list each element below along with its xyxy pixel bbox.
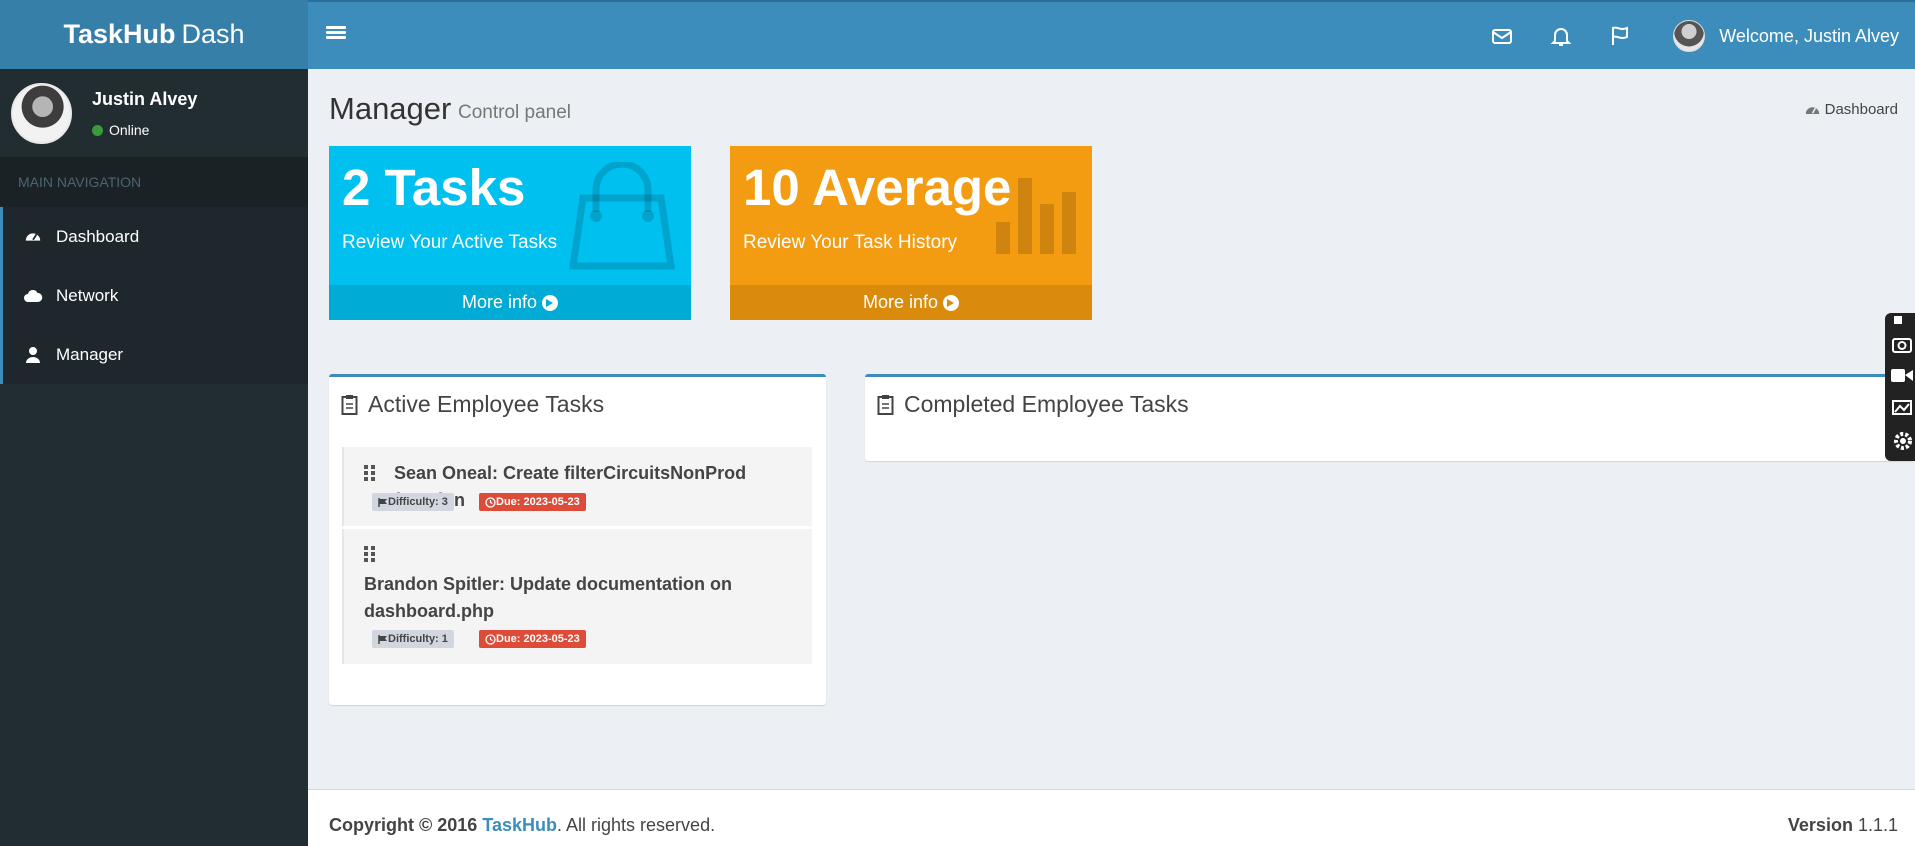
arrow-circle-right-icon <box>943 294 960 311</box>
page-title: Manager <box>329 91 452 126</box>
difficulty-text: Difficulty: 3 <box>388 496 448 508</box>
shopping-bag-icon <box>569 162 675 270</box>
version-number: 1.1.1 <box>1857 815 1898 835</box>
footer: Copyright © 2016 TaskHub. All rights res… <box>308 789 1915 846</box>
box-title-text: Active Employee Tasks <box>368 391 605 417</box>
sidebar-item-dashboard[interactable]: Dashboard <box>0 207 308 266</box>
task-text: Brandon Spitler: Update documentation on… <box>364 571 732 625</box>
sidebar-item-network[interactable]: Network <box>0 266 308 325</box>
drag-handle-icon[interactable] <box>364 465 376 481</box>
bell-icon[interactable] <box>1549 24 1573 48</box>
more-info-label: More info <box>461 292 538 312</box>
breadcrumb-item: Dashboard <box>1824 101 1898 118</box>
flag-icon <box>378 634 387 644</box>
user-name: Justin Alvey <box>92 89 198 109</box>
stat-text: Review Your Task History <box>743 232 958 253</box>
clipboard-icon <box>877 395 894 415</box>
difficulty-text: Difficulty: 1 <box>388 633 448 645</box>
sidebar-item-manager[interactable]: Manager <box>0 325 308 384</box>
sidebar-toggle-icon[interactable] <box>326 24 346 44</box>
due-text: Due: 2023-05-23 <box>496 633 580 645</box>
logo-light: Dash <box>181 19 245 49</box>
copyright: Copyright © 2016 TaskHub. All rights res… <box>329 815 715 836</box>
dashboard-icon <box>23 227 43 247</box>
active-tasks-box: Active Employee Tasks Sean Oneal: Create… <box>329 374 826 705</box>
pin-icon[interactable] <box>1894 316 1902 324</box>
envelope-icon[interactable] <box>1490 24 1514 48</box>
box-title: Active Employee Tasks <box>341 391 604 418</box>
difficulty-badge: Difficulty: 1 <box>372 630 454 648</box>
version-label: Version <box>1787 815 1853 835</box>
more-info-link[interactable]: More info <box>329 285 691 320</box>
flag-icon[interactable] <box>1608 24 1632 48</box>
difficulty-badge: Difficulty: 3 <box>372 493 454 511</box>
main-content: Manager Control panel Dashboard 2 Tasks … <box>308 69 1915 789</box>
avatar <box>11 83 72 144</box>
arrow-circle-right-icon <box>542 294 559 311</box>
active-tasks-stat-box: 2 Tasks Review Your Active Tasks More in… <box>329 146 691 320</box>
top-navbar: Welcome, Justin Alvey <box>308 0 1915 69</box>
online-dot-icon <box>92 124 103 136</box>
camera-icon[interactable] <box>1892 338 1912 353</box>
status-text: Online <box>109 122 150 138</box>
cloud-icon <box>23 286 43 306</box>
clock-icon <box>485 633 496 645</box>
due-badge: Due: 2023-05-23 <box>479 630 586 648</box>
breadcrumb[interactable]: Dashboard <box>1805 101 1898 118</box>
nav-header: MAIN NAVIGATION <box>0 157 308 207</box>
bar-chart-icon <box>996 178 1076 254</box>
rights-text: . All rights reserved. <box>557 815 716 835</box>
task-text: Sean Oneal: Create filterCircuitsNonProd… <box>394 463 747 510</box>
due-text: Due: 2023-05-23 <box>496 496 580 508</box>
user-icon <box>23 345 43 365</box>
task-text-line: Brandon Spitler: Update documentation on <box>364 574 732 594</box>
avatar <box>1673 20 1706 52</box>
sidebar: Justin Alvey Online MAIN NAVIGATION Dash… <box>0 69 308 846</box>
image-icon[interactable] <box>1892 400 1912 415</box>
version-info: Version 1.1.1 <box>1788 815 1898 836</box>
footer-brand-link[interactable]: TaskHub <box>482 815 557 835</box>
video-icon[interactable] <box>1891 369 1913 382</box>
gear-icon[interactable] <box>1894 432 1912 450</box>
completed-tasks-box: Completed Employee Tasks <box>865 374 1915 461</box>
stat-text: Review Your Active Tasks <box>342 232 558 253</box>
more-info-label: More info <box>862 292 939 312</box>
logo-bold: TaskHub <box>63 19 176 49</box>
user-status: Online <box>92 122 149 138</box>
clipboard-icon <box>341 395 358 415</box>
sidebar-item-label: Dashboard <box>56 226 140 246</box>
box-title-text: Completed Employee Tasks <box>904 391 1189 417</box>
flag-icon <box>378 497 387 507</box>
sidebar-item-label: Manager <box>56 344 124 364</box>
clock-icon <box>485 496 496 508</box>
user-menu[interactable]: Welcome, Justin Alvey <box>1673 20 1899 52</box>
user-panel: Justin Alvey Online <box>0 69 308 157</box>
task-text-line: dashboard.php <box>364 601 494 621</box>
floating-toolbar <box>1885 313 1915 461</box>
welcome-text: Welcome, Justin Alvey <box>1719 25 1899 46</box>
due-badge: Due: 2023-05-23 <box>479 493 586 511</box>
list-item[interactable]: Sean Oneal: Create filterCircuitsNonProd… <box>342 447 812 526</box>
more-info-link[interactable]: More info <box>730 285 1092 320</box>
dashboard-icon <box>1805 107 1819 114</box>
box-title: Completed Employee Tasks <box>877 391 1189 418</box>
average-stat-box: 10 Average Review Your Task History More… <box>730 146 1092 320</box>
sidebar-item-label: Network <box>56 285 119 305</box>
stat-value: 2 Tasks <box>342 159 526 216</box>
page-subtitle: Control panel <box>458 102 572 123</box>
drag-handle-icon[interactable] <box>364 546 376 562</box>
list-item[interactable]: Brandon Spitler: Update documentation on… <box>342 529 812 664</box>
app-logo[interactable]: TaskHub Dash <box>0 0 308 69</box>
copyright-text: Copyright © 2016 <box>329 815 478 835</box>
stat-value: 10 Average <box>743 159 1012 216</box>
